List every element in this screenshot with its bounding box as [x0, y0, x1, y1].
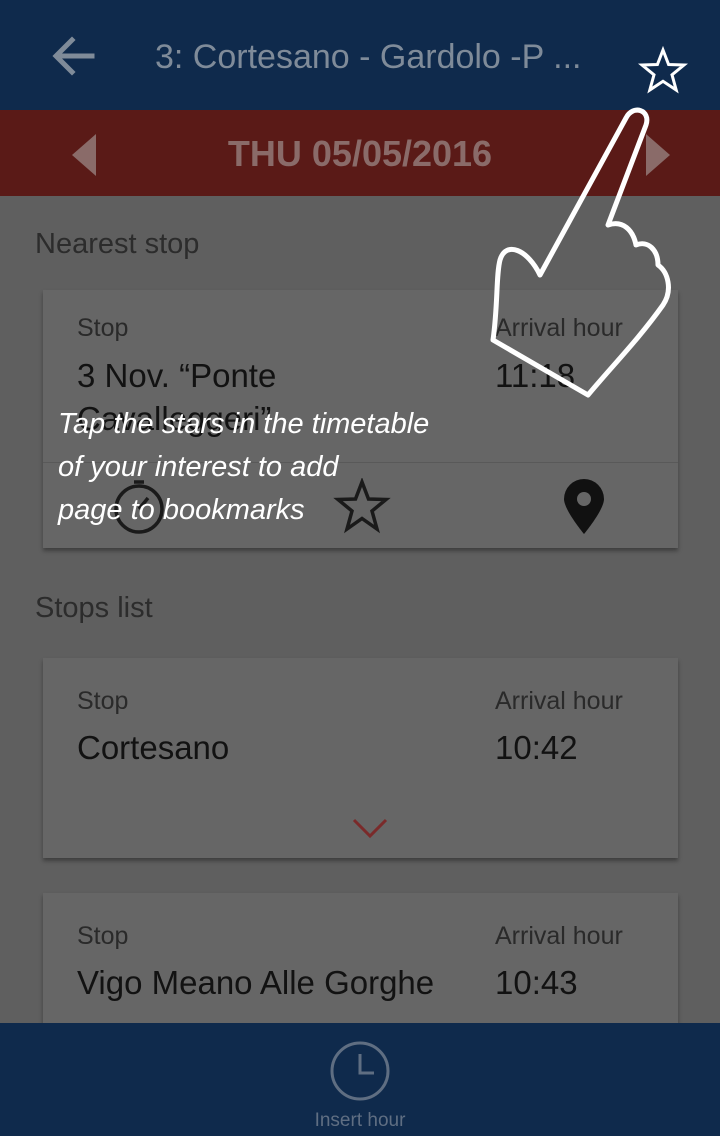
caret-left-icon[interactable] — [66, 130, 102, 180]
stop-label: Stop — [77, 922, 129, 950]
bookmark-hint: Tap the stars in the timetable of your i… — [58, 403, 518, 532]
hint-line-2: of your interest to add — [58, 451, 339, 483]
chevron-down-icon[interactable] — [350, 814, 390, 842]
stop-name: Vigo Meano Alle Gorghe — [77, 964, 435, 1001]
hint-line-1: Tap the stars in the timetable — [58, 408, 430, 440]
stops-list-title: Stops list — [35, 592, 153, 624]
insert-hour-label[interactable]: Insert hour — [260, 1108, 460, 1134]
arrow-left-icon[interactable] — [48, 30, 100, 82]
stop-label: Stop — [77, 314, 129, 342]
star-outline-icon[interactable] — [638, 46, 688, 96]
stop-label: Stop — [77, 687, 129, 715]
arrival-time: 10:42 — [495, 729, 578, 766]
stop-name: Cortesano — [77, 729, 230, 766]
tap-hand-icon — [490, 107, 671, 398]
arrival-label: Arrival hour — [495, 922, 623, 950]
arrival-time: 10:43 — [495, 964, 578, 1001]
arrival-label: Arrival hour — [495, 687, 623, 715]
stop-name: 3 Nov. “Ponte — [77, 357, 277, 394]
page-title: 3: Cortesano - Gardolo -P ... — [155, 38, 582, 76]
nearest-stop-title: Nearest stop — [35, 228, 200, 260]
hint-line-3: page to bookmarks — [58, 494, 305, 526]
clock-icon[interactable] — [329, 1040, 391, 1102]
map-pin-icon[interactable] — [560, 478, 608, 536]
